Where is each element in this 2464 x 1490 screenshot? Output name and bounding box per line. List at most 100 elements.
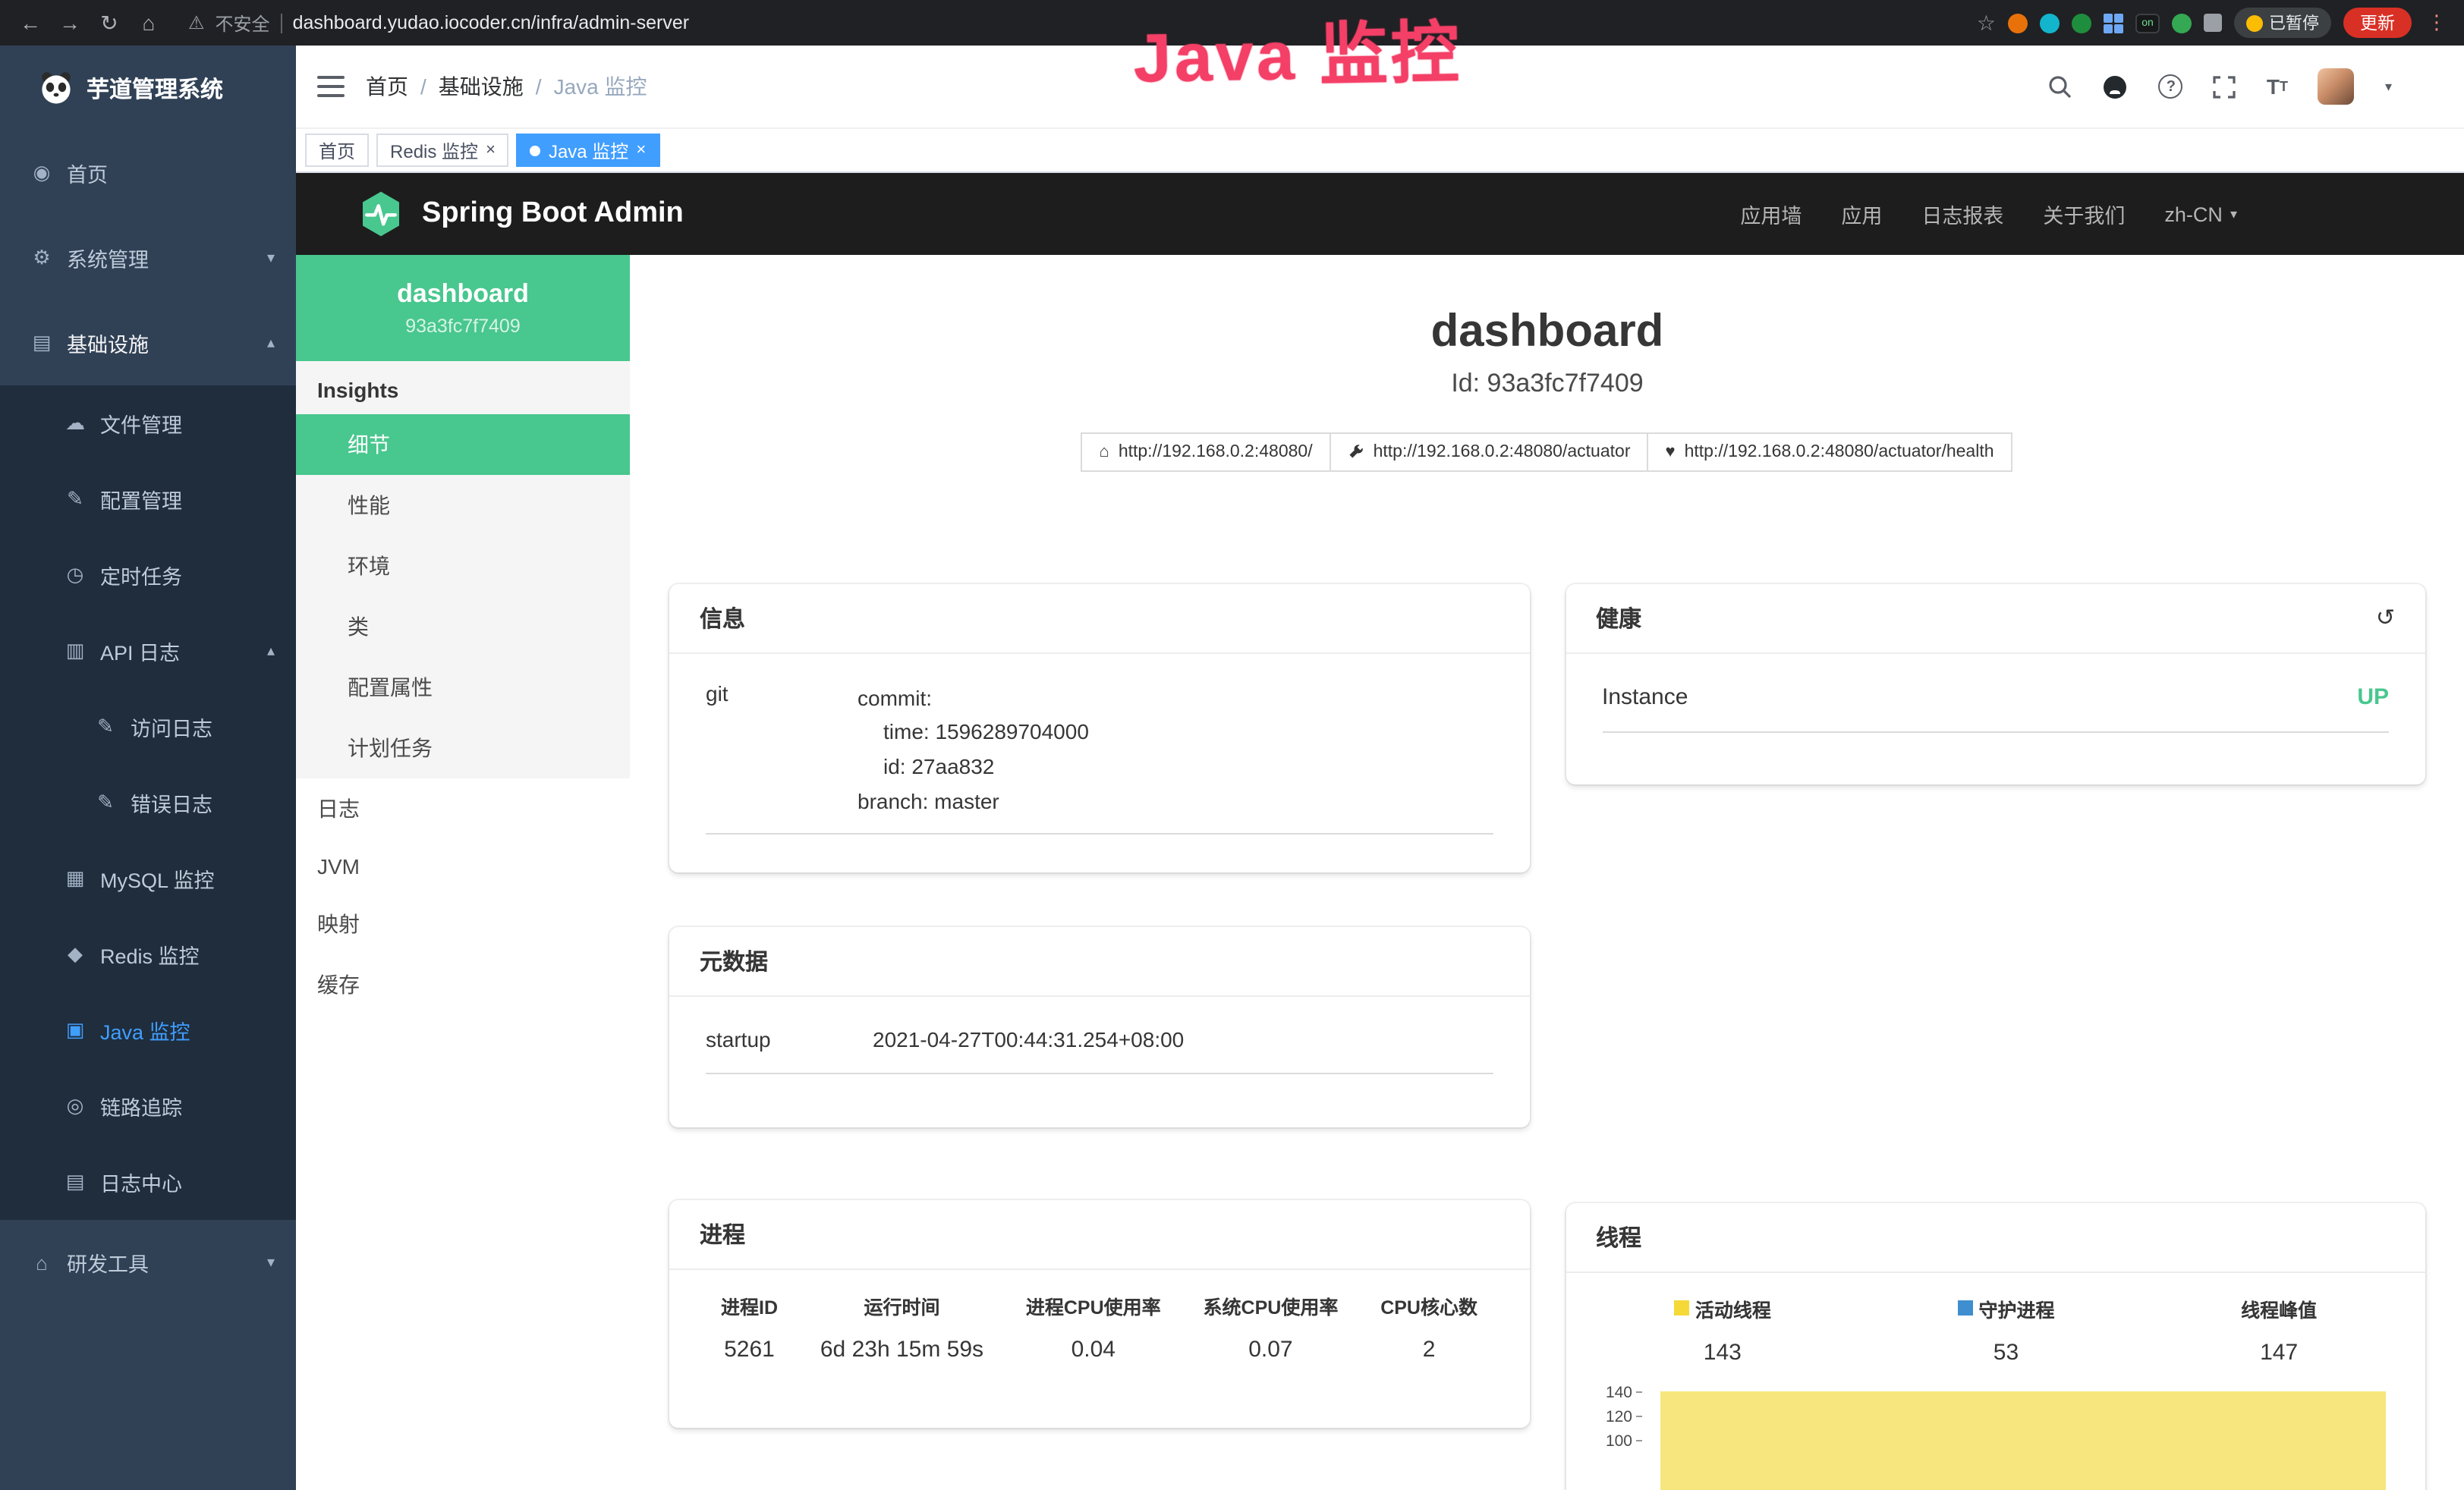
- sba-menu-classes[interactable]: 类: [296, 596, 630, 657]
- sidebar-item-api-log[interactable]: ▥ API 日志 ▴: [0, 613, 296, 689]
- navbar-actions: ? TT ▾: [2048, 68, 2444, 105]
- history-icon[interactable]: ↺: [2376, 604, 2395, 631]
- infra-icon: ▤: [30, 331, 53, 355]
- sidebar-item-label: 定时任务: [100, 560, 182, 590]
- update-button[interactable]: 更新: [2343, 8, 2412, 38]
- sba-nav-wallboard[interactable]: 应用墙: [1740, 199, 1802, 229]
- fullscreen-icon[interactable]: [2214, 75, 2236, 98]
- stat-value: 0.07: [1204, 1336, 1339, 1362]
- git-id-line: id: 27aa832: [858, 750, 1493, 784]
- tab-home[interactable]: 首页: [305, 134, 369, 167]
- sidebar-item-infrastructure[interactable]: ▤ 基础设施 ▴: [0, 300, 296, 385]
- card-title: 元数据: [700, 945, 768, 976]
- home-icon[interactable]: ⌂: [134, 11, 164, 35]
- row-value: commit: time: 1596289704000 id: 27aa832 …: [858, 681, 1493, 818]
- sidebar-item-access-log[interactable]: ✎ 访问日志: [0, 689, 296, 765]
- sidebar-item-mysql[interactable]: ▦ MySQL 监控: [0, 841, 296, 916]
- sidebar-item-jobs[interactable]: ◷ 定时任务: [0, 537, 296, 613]
- app-logo-row[interactable]: 芋道管理系统: [0, 46, 296, 130]
- close-icon[interactable]: ×: [636, 141, 646, 159]
- sidebar-item-label: 基础设施: [67, 328, 149, 358]
- breadcrumb: 首页 / 基础设施 / Java 监控: [366, 71, 647, 102]
- sba-menu-details[interactable]: 细节: [296, 414, 630, 475]
- extensions-puzzle-icon[interactable]: [2204, 14, 2222, 32]
- sba-menu-mappings[interactable]: 映射: [296, 894, 630, 954]
- sba-sidebar: dashboard 93a3fc7f7409 Insights 细节 性能 环境…: [296, 255, 630, 1490]
- doc-icon: ✎: [94, 715, 117, 739]
- sba-menu-caches[interactable]: 缓存: [296, 954, 630, 1015]
- sidebar-item-files[interactable]: ☁ 文件管理: [0, 385, 296, 461]
- font-size-icon[interactable]: TT: [2267, 74, 2288, 99]
- sidebar-item-label: MySQL 监控: [100, 863, 215, 894]
- sba-menu-environment[interactable]: 环境: [296, 536, 630, 596]
- sidebar-item-dev-tools[interactable]: ⌂ 研发工具 ▾: [0, 1220, 296, 1305]
- extension-icon[interactable]: [2072, 13, 2091, 33]
- bookmark-star-icon[interactable]: ☆: [1977, 10, 1996, 36]
- sidebar-item-config[interactable]: ✎ 配置管理: [0, 461, 296, 537]
- browser-menu-icon[interactable]: ⋮: [2424, 11, 2450, 35]
- github-icon[interactable]: [2103, 74, 2129, 99]
- dashboard-icon: ◉: [30, 161, 53, 185]
- url-text: dashboard.yudao.iocoder.cn/infra/admin-s…: [293, 12, 690, 33]
- extension-on-badge[interactable]: on: [2135, 13, 2160, 33]
- git-commit-line: commit:: [858, 681, 1493, 715]
- app-title: 芋道管理系统: [87, 72, 223, 104]
- row-key: git: [706, 681, 858, 818]
- sba-menu-logs[interactable]: 日志: [296, 778, 630, 839]
- sidebar-item-java-monitor[interactable]: ▣ Java 监控: [0, 992, 296, 1068]
- breadcrumb-separator: /: [536, 74, 542, 99]
- sidebar-item-log-center[interactable]: ▤ 日志中心: [0, 1144, 296, 1220]
- health-url-link[interactable]: ♥ http://192.168.0.2:48080/actuator/heal…: [1647, 432, 2012, 471]
- user-avatar[interactable]: [2318, 68, 2355, 105]
- card-title: 进程: [700, 1218, 745, 1250]
- search-icon[interactable]: [2048, 74, 2072, 99]
- close-icon[interactable]: ×: [486, 141, 496, 159]
- sba-nav-about[interactable]: 关于我们: [2043, 199, 2125, 229]
- link-label: http://192.168.0.2:48080/: [1119, 442, 1313, 461]
- hamburger-icon[interactable]: [317, 76, 345, 97]
- legend-swatch-icon: [1957, 1300, 1972, 1316]
- sba-menu-scheduled-tasks[interactable]: 计划任务: [296, 718, 630, 778]
- sba-nav-applications[interactable]: 应用: [1841, 199, 1882, 229]
- avatar-caret-icon[interactable]: ▾: [2385, 78, 2392, 95]
- sidebar-item-error-log[interactable]: ✎ 错误日志: [0, 765, 296, 841]
- sidebar-item-tracing[interactable]: ◎ 链路追踪: [0, 1068, 296, 1144]
- sidebar-item-home[interactable]: ◉ 首页: [0, 130, 296, 215]
- breadcrumb-infra[interactable]: 基础设施: [439, 71, 524, 102]
- sba-menu-metrics[interactable]: 性能: [296, 475, 630, 536]
- app-shell: 芋道管理系统 ◉ 首页 ⚙ 系统管理 ▾ ▤ 基础设施 ▴: [0, 46, 2464, 1490]
- sba-body: dashboard 93a3fc7f7409 Insights 细节 性能 环境…: [296, 255, 2464, 1490]
- sba-nav-journal[interactable]: 日志报表: [1921, 199, 2003, 229]
- stat-label: 运行时间: [820, 1290, 983, 1319]
- extension-grid-icon[interactable]: [2104, 13, 2123, 33]
- instance-header[interactable]: dashboard 93a3fc7f7409: [296, 255, 630, 361]
- sba-language-select[interactable]: zh-CN ▾: [2164, 203, 2237, 225]
- sba-menu-config-props[interactable]: 配置属性: [296, 657, 630, 718]
- instance-id: 93a3fc7f7409: [405, 316, 521, 337]
- breadcrumb-home[interactable]: 首页: [366, 71, 408, 102]
- sidebar-item-system[interactable]: ⚙ 系统管理 ▾: [0, 215, 296, 300]
- stat-cpu-cores: CPU核心数 2: [1380, 1290, 1477, 1362]
- service-url-link[interactable]: ⌂ http://192.168.0.2:48080/: [1081, 432, 1331, 471]
- actuator-url-link[interactable]: http://192.168.0.2:48080/actuator: [1330, 432, 1649, 471]
- threads-card: 线程 活动线程 143: [1566, 1202, 2425, 1490]
- forward-icon[interactable]: →: [55, 11, 85, 35]
- help-icon[interactable]: ?: [2159, 74, 2183, 99]
- git-branch-line: branch: master: [858, 784, 1493, 818]
- extension-icon[interactable]: [2040, 13, 2060, 33]
- sba-menu-jvm[interactable]: JVM: [296, 839, 630, 894]
- tab-java-monitor[interactable]: Java 监控 ×: [517, 134, 659, 167]
- reload-icon[interactable]: ↻: [94, 10, 124, 36]
- extension-leaf-icon[interactable]: [2172, 13, 2192, 33]
- tab-redis-monitor[interactable]: Redis 监控 ×: [376, 134, 509, 167]
- back-icon[interactable]: ←: [15, 11, 46, 35]
- extension-icon[interactable]: [2008, 13, 2028, 33]
- sidebar-item-redis[interactable]: ◆ Redis 监控: [0, 916, 296, 992]
- address-separator: [281, 13, 282, 33]
- sba-brand-title[interactable]: Spring Boot Admin: [422, 197, 684, 231]
- table-row: Instance UP: [1602, 662, 2389, 732]
- paused-badge[interactable]: 已暂停: [2234, 8, 2331, 38]
- card-body: startup 2021-04-27T00:44:31.254+08:00: [669, 996, 1529, 1073]
- legend-swatch-icon: [1674, 1300, 1689, 1316]
- stat-pid: 进程ID 5261: [721, 1290, 778, 1362]
